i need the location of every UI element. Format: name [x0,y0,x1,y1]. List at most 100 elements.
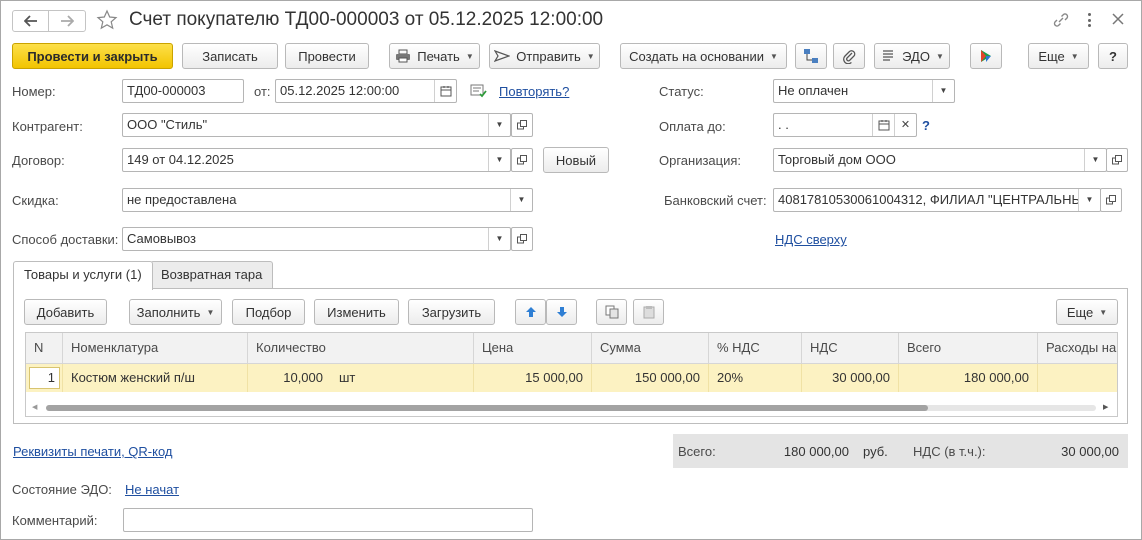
delivery-field[interactable]: Самовывоз ▼ [122,227,511,251]
add-row-button[interactable]: Добавить [24,299,107,325]
row-unit[interactable]: шт [331,364,474,392]
pick-button[interactable]: Подбор [232,299,305,325]
chevron-down-icon[interactable]: ▼ [488,228,510,250]
organization-field[interactable]: Торговый дом ООО ▼ [773,148,1107,172]
open-contract-button[interactable] [511,148,533,172]
discount-label: Скидка: [12,193,59,208]
copy-button[interactable] [596,299,627,325]
counterparty-field[interactable]: ООО "Стиль" ▼ [122,113,511,137]
favorite-star-icon[interactable] [96,9,118,34]
row-sum[interactable]: 150 000,00 [592,364,709,392]
chevron-down-icon[interactable]: ▼ [510,189,532,211]
tab-goods-services[interactable]: Товары и услуги (1) [13,261,153,290]
grid-more-button[interactable]: Еще ▼ [1056,299,1118,325]
print-requisites-link[interactable]: Реквизиты печати, QR-код [13,444,173,459]
pay-until-help[interactable]: ? [922,118,930,133]
chevron-down-icon[interactable]: ▼ [1078,189,1100,211]
structure-button[interactable] [795,43,827,69]
column-header[interactable]: Цена [474,333,592,364]
create-based-on-button[interactable]: Создать на основании ▼ [620,43,787,69]
paste-button[interactable] [633,299,664,325]
totals-bar: Всего: 180 000,00 руб. НДС (в т.ч.): 30 … [673,434,1128,468]
column-header[interactable]: % НДС [709,333,802,364]
scroll-left-icon[interactable]: ◀ [32,403,37,411]
row-item[interactable]: Костюм женский п/ш [63,364,248,392]
number-field[interactable]: ТД00-000003 [122,79,244,103]
tab-returnable-packaging[interactable]: Возвратная тара [150,261,274,289]
new-contract-button[interactable]: Новый [543,147,609,173]
status-label: Статус: [659,84,704,99]
edo-button[interactable]: ЭДО ▼ [874,43,950,69]
pay-until-value: . . [778,117,789,132]
horizontal-scrollbar[interactable]: ◀ ▶ [26,399,1117,416]
edo-icon [883,50,894,61]
calendar-icon[interactable] [872,114,894,136]
column-header[interactable]: N [26,333,63,364]
back-icon[interactable] [13,11,49,31]
open-organization-button[interactable] [1106,148,1128,172]
attach-button[interactable] [833,43,865,69]
column-header[interactable]: Номенклатура [63,333,248,364]
chevron-down-icon[interactable]: ▼ [1084,149,1106,171]
row-qty[interactable]: 10,000 [248,364,331,392]
chevron-down-icon[interactable]: ▼ [932,80,954,102]
run-button[interactable] [970,43,1002,69]
open-counterparty-button[interactable] [511,113,533,137]
scroll-track[interactable] [46,405,1096,411]
repeat-link[interactable]: Повторять? [499,84,569,99]
row-vat-rate[interactable]: 20% [709,364,802,392]
discount-field[interactable]: не предоставлена ▼ [122,188,533,212]
open-delivery-button[interactable] [511,227,533,251]
load-button[interactable]: Загрузить [408,299,495,325]
calendar-icon[interactable] [434,80,456,102]
print-button[interactable]: Печать ▼ [389,43,480,69]
change-button[interactable]: Изменить [314,299,399,325]
bank-account-field[interactable]: 40817810530061004312, ФИЛИАЛ "ЦЕНТРАЛЬНЫ… [773,188,1101,212]
contract-value: 149 от 04.12.2025 [127,152,234,167]
column-header[interactable]: НДС [802,333,899,364]
date-field[interactable]: 05.12.2025 12:00:00 [275,79,457,103]
edo-state-label: Состояние ЭДО: [12,482,112,497]
vat-mode-link[interactable]: НДС сверху [775,232,847,247]
status-select[interactable]: Не оплачен ▼ [773,79,955,103]
contract-field[interactable]: 149 от 04.12.2025 ▼ [122,148,511,172]
document-structure-icon [804,49,818,63]
new-contract-label: Новый [555,152,597,168]
save-button[interactable]: Записать [182,43,278,69]
column-header[interactable]: Сумма [592,333,709,364]
link-icon[interactable] [1052,12,1070,31]
table-row[interactable]: 1 Костюм женский п/ш 10,000 шт 15 000,00… [26,364,1117,392]
post-button[interactable]: Провести [285,43,369,69]
post-and-close-button[interactable]: Провести и закрыть [12,43,173,69]
more-button[interactable]: Еще ▼ [1028,43,1089,69]
chevron-down-icon: ▼ [935,51,944,61]
forward-icon[interactable] [49,11,85,31]
row-total[interactable]: 180 000,00 [899,364,1038,392]
move-down-button[interactable] [546,299,577,325]
delivery-label: Способ доставки: [12,232,119,247]
row-expenses[interactable] [1038,364,1117,392]
menu-dots-icon[interactable] [1086,11,1092,29]
printer-icon [396,49,411,63]
column-header[interactable]: Расходы на [1038,333,1117,364]
open-bank-account-button[interactable] [1100,188,1122,212]
move-up-button[interactable] [515,299,546,325]
clear-icon[interactable]: ✕ [894,114,916,136]
send-button[interactable]: Отправить ▼ [489,43,600,69]
scroll-thumb[interactable] [46,405,928,411]
row-price[interactable]: 15 000,00 [474,364,592,392]
column-header[interactable]: Количество [248,333,474,364]
edo-state-link[interactable]: Не начат [125,482,179,497]
close-icon[interactable] [1111,12,1125,29]
chevron-down-icon[interactable]: ▼ [488,149,510,171]
comment-field[interactable] [123,508,533,532]
help-button[interactable]: ? [1098,43,1128,69]
fill-button[interactable]: Заполнить ▼ [129,299,222,325]
row-vat[interactable]: 30 000,00 [802,364,899,392]
scroll-right-icon[interactable]: ▶ [1103,403,1108,411]
chevron-down-icon[interactable]: ▼ [488,114,510,136]
row-number[interactable]: 1 [26,364,63,392]
pay-until-field[interactable]: . . ✕ [773,113,917,137]
row-number-cell[interactable]: 1 [29,367,60,389]
column-header[interactable]: Всего [899,333,1038,364]
